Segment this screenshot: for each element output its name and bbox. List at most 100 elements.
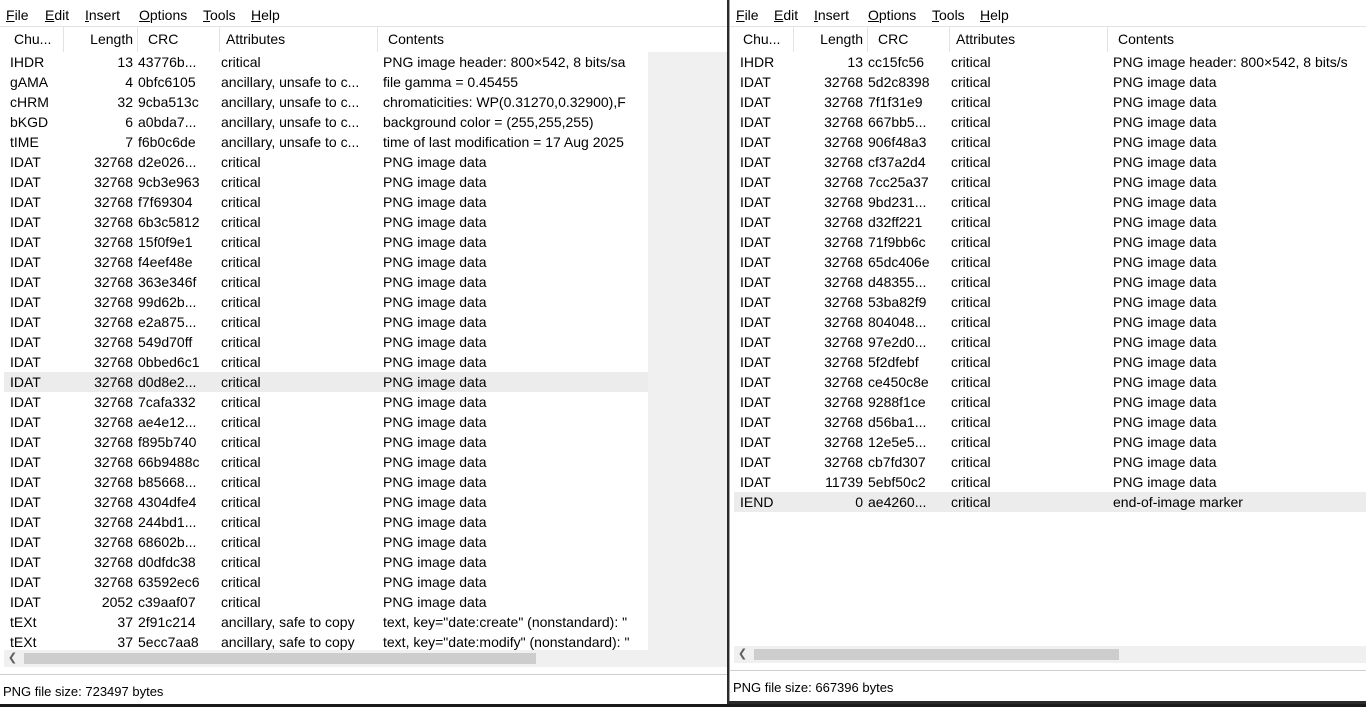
chunk-row[interactable]: IDAT 32768 549d70ff critical PNG image data [4, 332, 648, 352]
horizontal-scrollbar[interactable]: ❮ [4, 650, 727, 667]
menu-edit[interactable]: Edit [45, 7, 69, 23]
chunk-row[interactable]: IDAT 32768 e2a875... critical PNG image data [4, 312, 648, 332]
chunk-type-cell: tEXt [10, 634, 37, 650]
column-header-length[interactable]: Length [794, 27, 868, 52]
chunk-length-cell: 32768 [824, 454, 863, 470]
chunk-row[interactable]: IDAT 32768 d0dfdc38 critical PNG image data [4, 552, 648, 572]
chunk-row[interactable]: IDAT 32768 804048... critical PNG image data [734, 312, 1366, 332]
chunk-row[interactable]: IDAT 32768 9cb3e963 critical PNG image data [4, 172, 648, 192]
chunk-row[interactable]: IDAT 32768 53ba82f9 critical PNG image data [734, 292, 1366, 312]
chunk-crc-cell: 7cafa332 [138, 394, 196, 410]
column-header-chunk[interactable]: Chu... [4, 27, 64, 52]
chunk-row[interactable]: IDAT 32768 f4eef48e critical PNG image data [4, 252, 648, 272]
chunk-crc-cell: cb7fd307 [868, 454, 926, 470]
chunk-row[interactable]: IDAT 32768 f7f69304 critical PNG image data [4, 192, 648, 212]
chunk-row[interactable]: IDAT 11739 5ebf50c2 critical PNG image data [734, 472, 1366, 492]
menu-help[interactable]: Help [980, 7, 1009, 23]
menu-tools[interactable]: Tools [932, 7, 965, 23]
column-header-crc[interactable]: CRC [868, 27, 950, 52]
chunk-crc-cell: cc15fc56 [868, 54, 925, 70]
chunk-type-cell: IDAT [740, 174, 771, 190]
chunk-row[interactable]: IDAT 32768 d32ff221 critical PNG image data [734, 212, 1366, 232]
chunk-row[interactable]: IDAT 32768 9bd231... critical PNG image data [734, 192, 1366, 212]
chunk-row[interactable]: IDAT 32768 6b3c5812 critical PNG image data [4, 212, 648, 232]
menu-options[interactable]: Options [139, 7, 187, 23]
chunk-row[interactable]: IDAT 32768 5d2c8398 critical PNG image data [734, 72, 1366, 92]
chunk-row[interactable]: IDAT 32768 65dc406e critical PNG image data [734, 252, 1366, 272]
chunk-crc-cell: f6b0c6de [138, 134, 196, 150]
column-header-crc[interactable]: CRC [138, 27, 220, 52]
scrollbar-thumb[interactable] [754, 649, 1119, 660]
chunk-row[interactable]: bKGD 6 a0bda7... ancillary, unsafe to c... b… [4, 112, 648, 132]
chunk-row[interactable]: cHRM 32 9cba513c ancillary, unsafe to c... c… [4, 92, 648, 112]
menu-options[interactable]: Options [868, 7, 916, 23]
chunk-row[interactable]: IEND 0 ae4260... critical end-of-image marke… [734, 492, 1366, 512]
chunk-row[interactable]: IHDR 13 43776b... critical PNG image header:… [4, 52, 648, 72]
chunk-length-cell: 32768 [94, 254, 133, 270]
chunk-type-cell: IDAT [10, 194, 41, 210]
chunk-row[interactable]: IDAT 32768 5f2dfebf critical PNG image data [734, 352, 1366, 372]
chunk-length-cell: 0 [855, 494, 863, 510]
chunk-row[interactable]: IDAT 32768 68602b... critical PNG image data [4, 532, 648, 552]
chunk-row[interactable]: tEXt 37 2f91c214 ancillary, safe to copy tex… [4, 612, 648, 632]
chevron-left-icon[interactable]: ❮ [734, 646, 751, 663]
chunk-row[interactable]: IHDR 13 cc15fc56 critical PNG image header: … [734, 52, 1366, 72]
menu-file[interactable]: File [6, 7, 29, 23]
menu-file[interactable]: File [736, 7, 759, 23]
chunk-row[interactable]: IDAT 32768 0bbed6c1 critical PNG image data [4, 352, 648, 372]
menu-tools[interactable]: Tools [203, 7, 236, 23]
chunk-row[interactable]: IDAT 32768 66b9488c critical PNG image data [4, 452, 648, 472]
column-header-attributes[interactable]: Attributes [220, 27, 378, 52]
horizontal-scrollbar[interactable]: ❮ [734, 646, 1366, 663]
chunk-row[interactable]: tIME 7 f6b0c6de ancillary, unsafe to c... ti… [4, 132, 648, 152]
chunk-row[interactable]: IDAT 32768 cb7fd307 critical PNG image data [734, 452, 1366, 472]
menu-help[interactable]: Help [251, 7, 280, 23]
chunk-row[interactable]: IDAT 32768 d2e026... critical PNG image data [4, 152, 648, 172]
chunk-row[interactable]: IDAT 32768 63592ec6 critical PNG image data [4, 572, 648, 592]
chunk-row[interactable]: IDAT 32768 ae4e12... critical PNG image data [4, 412, 648, 432]
chunk-row[interactable]: IDAT 32768 12e5e5... critical PNG image data [734, 432, 1366, 452]
chunk-row[interactable]: IDAT 32768 244bd1... critical PNG image data [4, 512, 648, 532]
chevron-left-icon[interactable]: ❮ [4, 650, 21, 667]
chunk-row[interactable]: IDAT 32768 b85668... critical PNG image data [4, 472, 648, 492]
chunk-row[interactable]: IDAT 32768 ce450c8e critical PNG image data [734, 372, 1366, 392]
column-header-chunk[interactable]: Chu... [734, 27, 794, 52]
chunk-type-cell: IHDR [740, 54, 775, 70]
chunk-length-cell: 32768 [824, 314, 863, 330]
chunk-row[interactable]: gAMA 4 0bfc6105 ancillary, unsafe to c... fi… [4, 72, 648, 92]
chunk-attributes-cell: critical [221, 574, 261, 590]
menu-insert[interactable]: Insert [814, 7, 849, 23]
chunk-row[interactable]: IDAT 32768 99d62b... critical PNG image data [4, 292, 648, 312]
menu-edit[interactable]: Edit [774, 7, 798, 23]
chunk-row[interactable]: IDAT 32768 d56ba1... critical PNG image data [734, 412, 1366, 432]
chunk-type-cell: IEND [740, 494, 774, 510]
chunk-row[interactable]: IDAT 32768 cf37a2d4 critical PNG image data [734, 152, 1366, 172]
chunk-length-cell: 32768 [824, 94, 863, 110]
chunk-row[interactable]: IDAT 32768 667bb5... critical PNG image data [734, 112, 1366, 132]
chunk-row[interactable]: IDAT 32768 9288f1ce critical PNG image data [734, 392, 1366, 412]
column-header-contents[interactable]: Contents [378, 27, 668, 52]
chunk-row[interactable]: IDAT 32768 7f1f31e9 critical PNG image data [734, 92, 1366, 112]
chunk-row[interactable]: IDAT 32768 363e346f critical PNG image data [4, 272, 648, 292]
chunk-row[interactable]: IDAT 32768 d48355... critical PNG image data [734, 272, 1366, 292]
chunk-row[interactable]: IDAT 32768 71f9bb6c critical PNG image data [734, 232, 1366, 252]
chunk-contents-cell: PNG image data [1113, 454, 1217, 470]
chunk-row[interactable]: IDAT 32768 97e2d0... critical PNG image data [734, 332, 1366, 352]
chunk-row[interactable]: IDAT 32768 906f48a3 critical PNG image data [734, 132, 1366, 152]
column-header-length[interactable]: Length [64, 27, 138, 52]
chunk-row[interactable]: IDAT 32768 7cafa332 critical PNG image data [4, 392, 648, 412]
scrollbar-thumb[interactable] [24, 653, 536, 664]
chunk-row[interactable]: IDAT 32768 15f0f9e1 critical PNG image data [4, 232, 648, 252]
chunk-row[interactable]: IDAT 32768 4304dfe4 critical PNG image data [4, 492, 648, 512]
chunk-row[interactable]: tEXt 37 5ecc7aa8 ancillary, safe to copy tex… [4, 632, 648, 652]
chunk-row[interactable]: IDAT 32768 f895b740 critical PNG image data [4, 432, 648, 452]
chunk-length-cell: 32768 [94, 374, 133, 390]
column-header-attributes[interactable]: Attributes [950, 27, 1108, 52]
chunk-length-cell: 7 [125, 134, 133, 150]
chunk-row[interactable]: IDAT 32768 d0d8e2... critical PNG image data [4, 372, 648, 392]
chunk-row[interactable]: IDAT 2052 c39aaf07 critical PNG image data [4, 592, 648, 612]
chunk-crc-cell: 549d70ff [138, 334, 193, 350]
chunk-row[interactable]: IDAT 32768 7cc25a37 critical PNG image data [734, 172, 1366, 192]
column-header-contents[interactable]: Contents [1108, 27, 1366, 52]
menu-insert[interactable]: Insert [85, 7, 120, 23]
